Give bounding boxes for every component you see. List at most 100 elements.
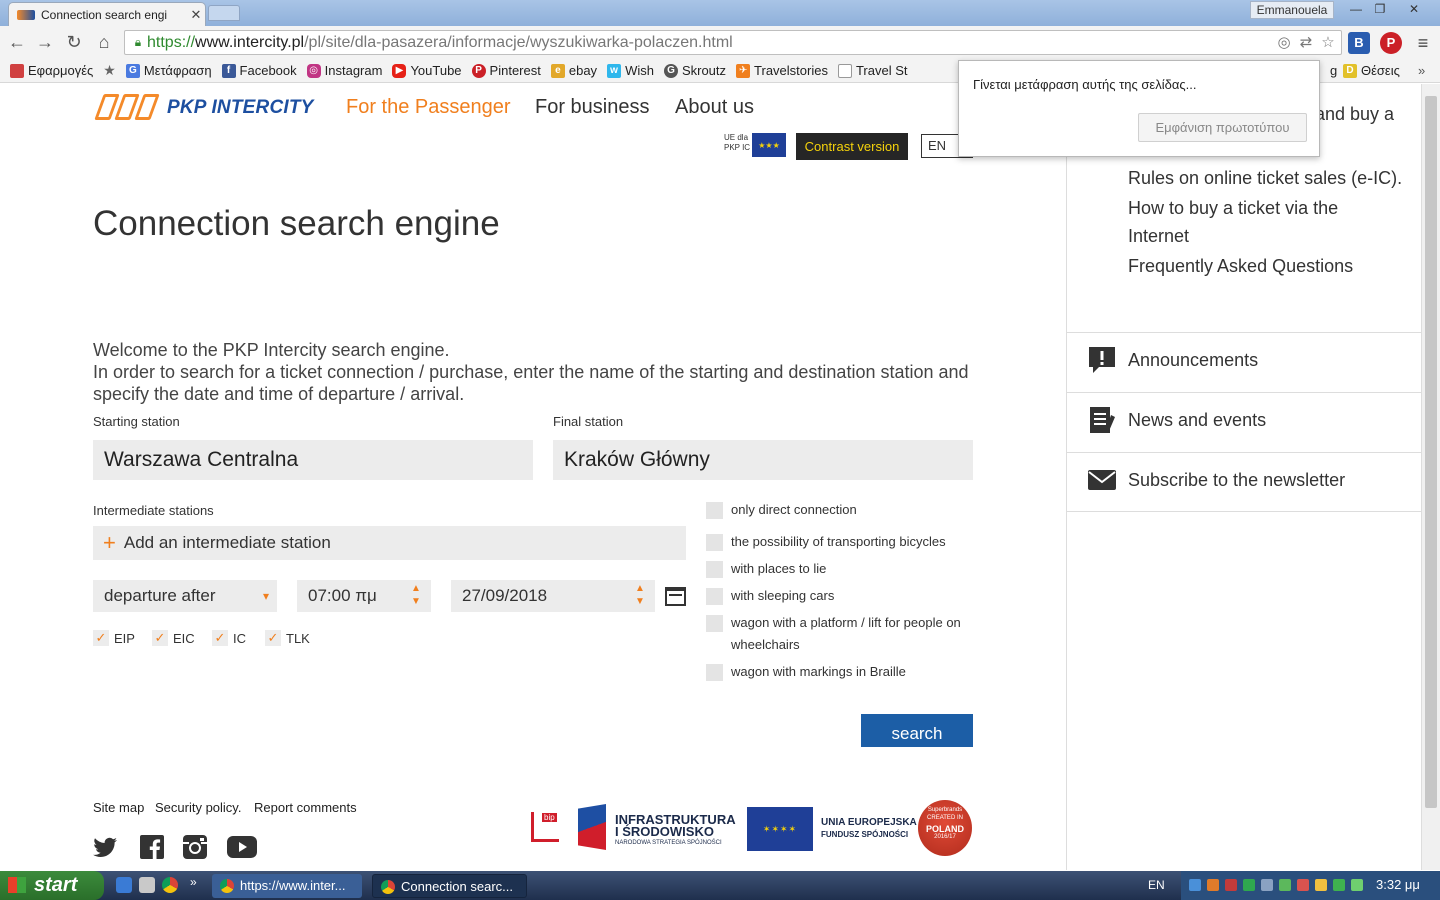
back-icon[interactable]: ←	[5, 30, 29, 54]
train-type-tlk-checkbox[interactable]: ✓ TLK	[265, 630, 310, 646]
sidebar-link-how-to-buy[interactable]: How to buy a ticket via the	[1128, 194, 1338, 222]
time-input[interactable]: 07:00 πμ ▲ ▼	[297, 580, 431, 612]
home-icon[interactable]: ⌂	[92, 30, 116, 54]
taskbar-clock[interactable]: 3:32 μμ	[1376, 877, 1420, 892]
nav-for-business[interactable]: For business	[535, 96, 650, 119]
bookmark-youtube[interactable]: ▶ YouTube	[392, 63, 462, 78]
bookmark-theseis[interactable]: D Θέσεις	[1343, 63, 1400, 78]
bookmark-wish[interactable]: w Wish	[607, 63, 654, 78]
input-language-indicator[interactable]: EN	[1148, 878, 1165, 892]
tray-alert-icon[interactable]	[1297, 879, 1309, 891]
footer-report-comments-link[interactable]: Report comments	[254, 800, 357, 815]
bookmark-skroutz[interactable]: G Skroutz	[663, 63, 726, 78]
tray-app-icon[interactable]	[1207, 879, 1219, 891]
pinterest-extension-icon[interactable]: P	[1380, 32, 1402, 54]
show-original-button[interactable]: Εμφάνιση πρωτοτύπου	[1138, 113, 1307, 142]
sidebar-item-news[interactable]: News and events	[1067, 392, 1422, 452]
departure-mode-select[interactable]: departure after ▾	[93, 580, 277, 612]
train-type-ic-checkbox[interactable]: ✓ IC	[212, 630, 246, 646]
date-input[interactable]: 27/09/2018 ▲ ▼	[451, 580, 655, 612]
twitter-icon[interactable]	[93, 834, 119, 860]
bookmark-star[interactable]: ★	[103, 62, 116, 79]
bookmark-g[interactable]: g	[1330, 63, 1337, 78]
tray-sync-icon[interactable]	[1279, 879, 1291, 891]
bookmark-star-icon[interactable]: ☆	[1319, 34, 1337, 52]
option-braille-checkbox[interactable]: wagon with markings in Braille	[706, 664, 981, 683]
sidebar-item-newsletter[interactable]: Subscribe to the newsletter	[1067, 452, 1422, 512]
url-text: https://www.intercity.pl/pl/site/dla-pas…	[147, 33, 733, 51]
bip-logo[interactable]: bip	[531, 812, 561, 844]
sidebar-link-online-rules[interactable]: Rules on online ticket sales (e-IC).	[1128, 164, 1402, 192]
new-tab-button[interactable]	[208, 5, 240, 21]
tray-security-icon[interactable]	[1243, 879, 1255, 891]
taskbar-item-intercity[interactable]: https://www.inter...	[212, 874, 362, 898]
tray-network-icon[interactable]	[1189, 879, 1201, 891]
tray-device-icon[interactable]	[1261, 879, 1273, 891]
search-button[interactable]: search	[861, 714, 973, 747]
train-type-eip-checkbox[interactable]: ✓ EIP	[93, 630, 135, 646]
contrast-version-button[interactable]: Contrast version	[796, 133, 908, 160]
bookmark-travelstories[interactable]: ✈ Travelstories	[736, 63, 828, 78]
tray-battery-icon[interactable]	[1351, 879, 1363, 891]
browser-tab-active[interactable]: Connection search engi ✕	[8, 2, 206, 26]
sidebar-item-announcements[interactable]: Announcements	[1067, 332, 1422, 392]
date-spinner-icon[interactable]: ▲ ▼	[633, 582, 647, 608]
sidebar-link-how-to-buy-cont[interactable]: Internet	[1128, 222, 1189, 250]
nav-about-us[interactable]: About us	[675, 96, 754, 119]
train-type-label: EIP	[114, 630, 135, 646]
instagram-footer-icon[interactable]	[182, 834, 208, 860]
menu-icon[interactable]: ≡	[1412, 32, 1434, 54]
footer-site-map-link[interactable]: Site map	[93, 800, 144, 815]
close-window-icon[interactable]: ✕	[1402, 1, 1426, 18]
nav-for-the-passenger[interactable]: For the Passenger	[346, 96, 511, 119]
pkp-intercity-logo[interactable]: PKP INTERCITY	[93, 92, 314, 124]
facebook-footer-icon[interactable]	[139, 834, 165, 860]
scrollbar-thumb[interactable]	[1425, 96, 1437, 808]
calendar-icon[interactable]	[665, 587, 686, 606]
tray-signal-icon[interactable]	[1333, 879, 1345, 891]
location-icon[interactable]: ◎	[1275, 34, 1293, 52]
taskbar-item-connection-search[interactable]: Connection searc...	[372, 874, 527, 898]
tray-shield-icon[interactable]	[1225, 879, 1237, 891]
chrome-quicklaunch-icon[interactable]	[162, 877, 178, 893]
reload-icon[interactable]: ↻	[62, 30, 86, 54]
footer-security-policy-link[interactable]: Security policy.	[155, 800, 241, 815]
quicklaunch-overflow-icon[interactable]: »	[190, 875, 197, 889]
bookmark-instagram[interactable]: ◎ Instagram	[306, 63, 382, 78]
bookmark-facebook[interactable]: f Facebook	[221, 63, 297, 78]
tab-close-icon[interactable]: ✕	[187, 7, 205, 23]
option-sleeping-cars-checkbox[interactable]: with sleeping cars	[706, 588, 981, 607]
ie-quicklaunch-icon[interactable]	[116, 877, 132, 893]
address-bar[interactable]: 🔒︎ https://www.intercity.pl/pl/site/dla-…	[124, 30, 1342, 55]
option-bicycles-checkbox[interactable]: the possibility of transporting bicycles	[706, 534, 981, 553]
option-places-to-lie-checkbox[interactable]: with places to lie	[706, 561, 981, 580]
bookmark-pinterest[interactable]: P Pinterest	[471, 63, 541, 78]
add-intermediate-station-button[interactable]: + Add an intermediate station	[93, 526, 686, 560]
starting-station-input[interactable]: Warszawa Centralna	[93, 440, 533, 480]
eu-flag-icon[interactable]: ★★★	[752, 133, 786, 157]
bookmark-apps[interactable]: Εφαρμογές	[10, 63, 93, 78]
train-type-eic-checkbox[interactable]: ✓ EIC	[152, 630, 195, 646]
time-spinner-icon[interactable]: ▲ ▼	[409, 582, 423, 608]
desktop-quicklaunch-icon[interactable]	[139, 877, 155, 893]
youtube-footer-icon[interactable]	[226, 834, 258, 860]
bookmarks-overflow-icon[interactable]: »	[1418, 63, 1425, 78]
translate-page-icon[interactable]: ⇄	[1297, 34, 1315, 52]
page-scrollbar[interactable]	[1421, 84, 1440, 870]
minimize-icon[interactable]: —	[1344, 1, 1368, 18]
bookmark-travel-st[interactable]: Travel St	[837, 63, 908, 78]
lock-icon[interactable]: 🔒︎	[129, 35, 147, 50]
option-direct-connection-checkbox[interactable]: only direct connection	[706, 502, 981, 521]
bookmark-ebay[interactable]: e ebay	[550, 63, 597, 78]
bookmark-translate[interactable]: G Μετάφραση	[125, 63, 212, 78]
sidebar-link-faq[interactable]: Frequently Asked Questions	[1128, 252, 1353, 280]
profile-user-label[interactable]: Emmanouela	[1250, 1, 1334, 19]
forward-icon[interactable]: →	[33, 30, 57, 54]
option-wheelchair-platform-checkbox[interactable]: wagon with a platform / lift for people …	[706, 615, 981, 656]
tray-volume-icon[interactable]	[1315, 879, 1327, 891]
extension-b-icon[interactable]: B	[1348, 32, 1370, 54]
start-button[interactable]: start	[0, 871, 104, 900]
sidebar-link-partial[interactable]: and buy a	[1315, 100, 1394, 128]
restore-icon[interactable]: ❐	[1368, 1, 1392, 18]
final-station-input[interactable]: Kraków Główny	[553, 440, 973, 480]
